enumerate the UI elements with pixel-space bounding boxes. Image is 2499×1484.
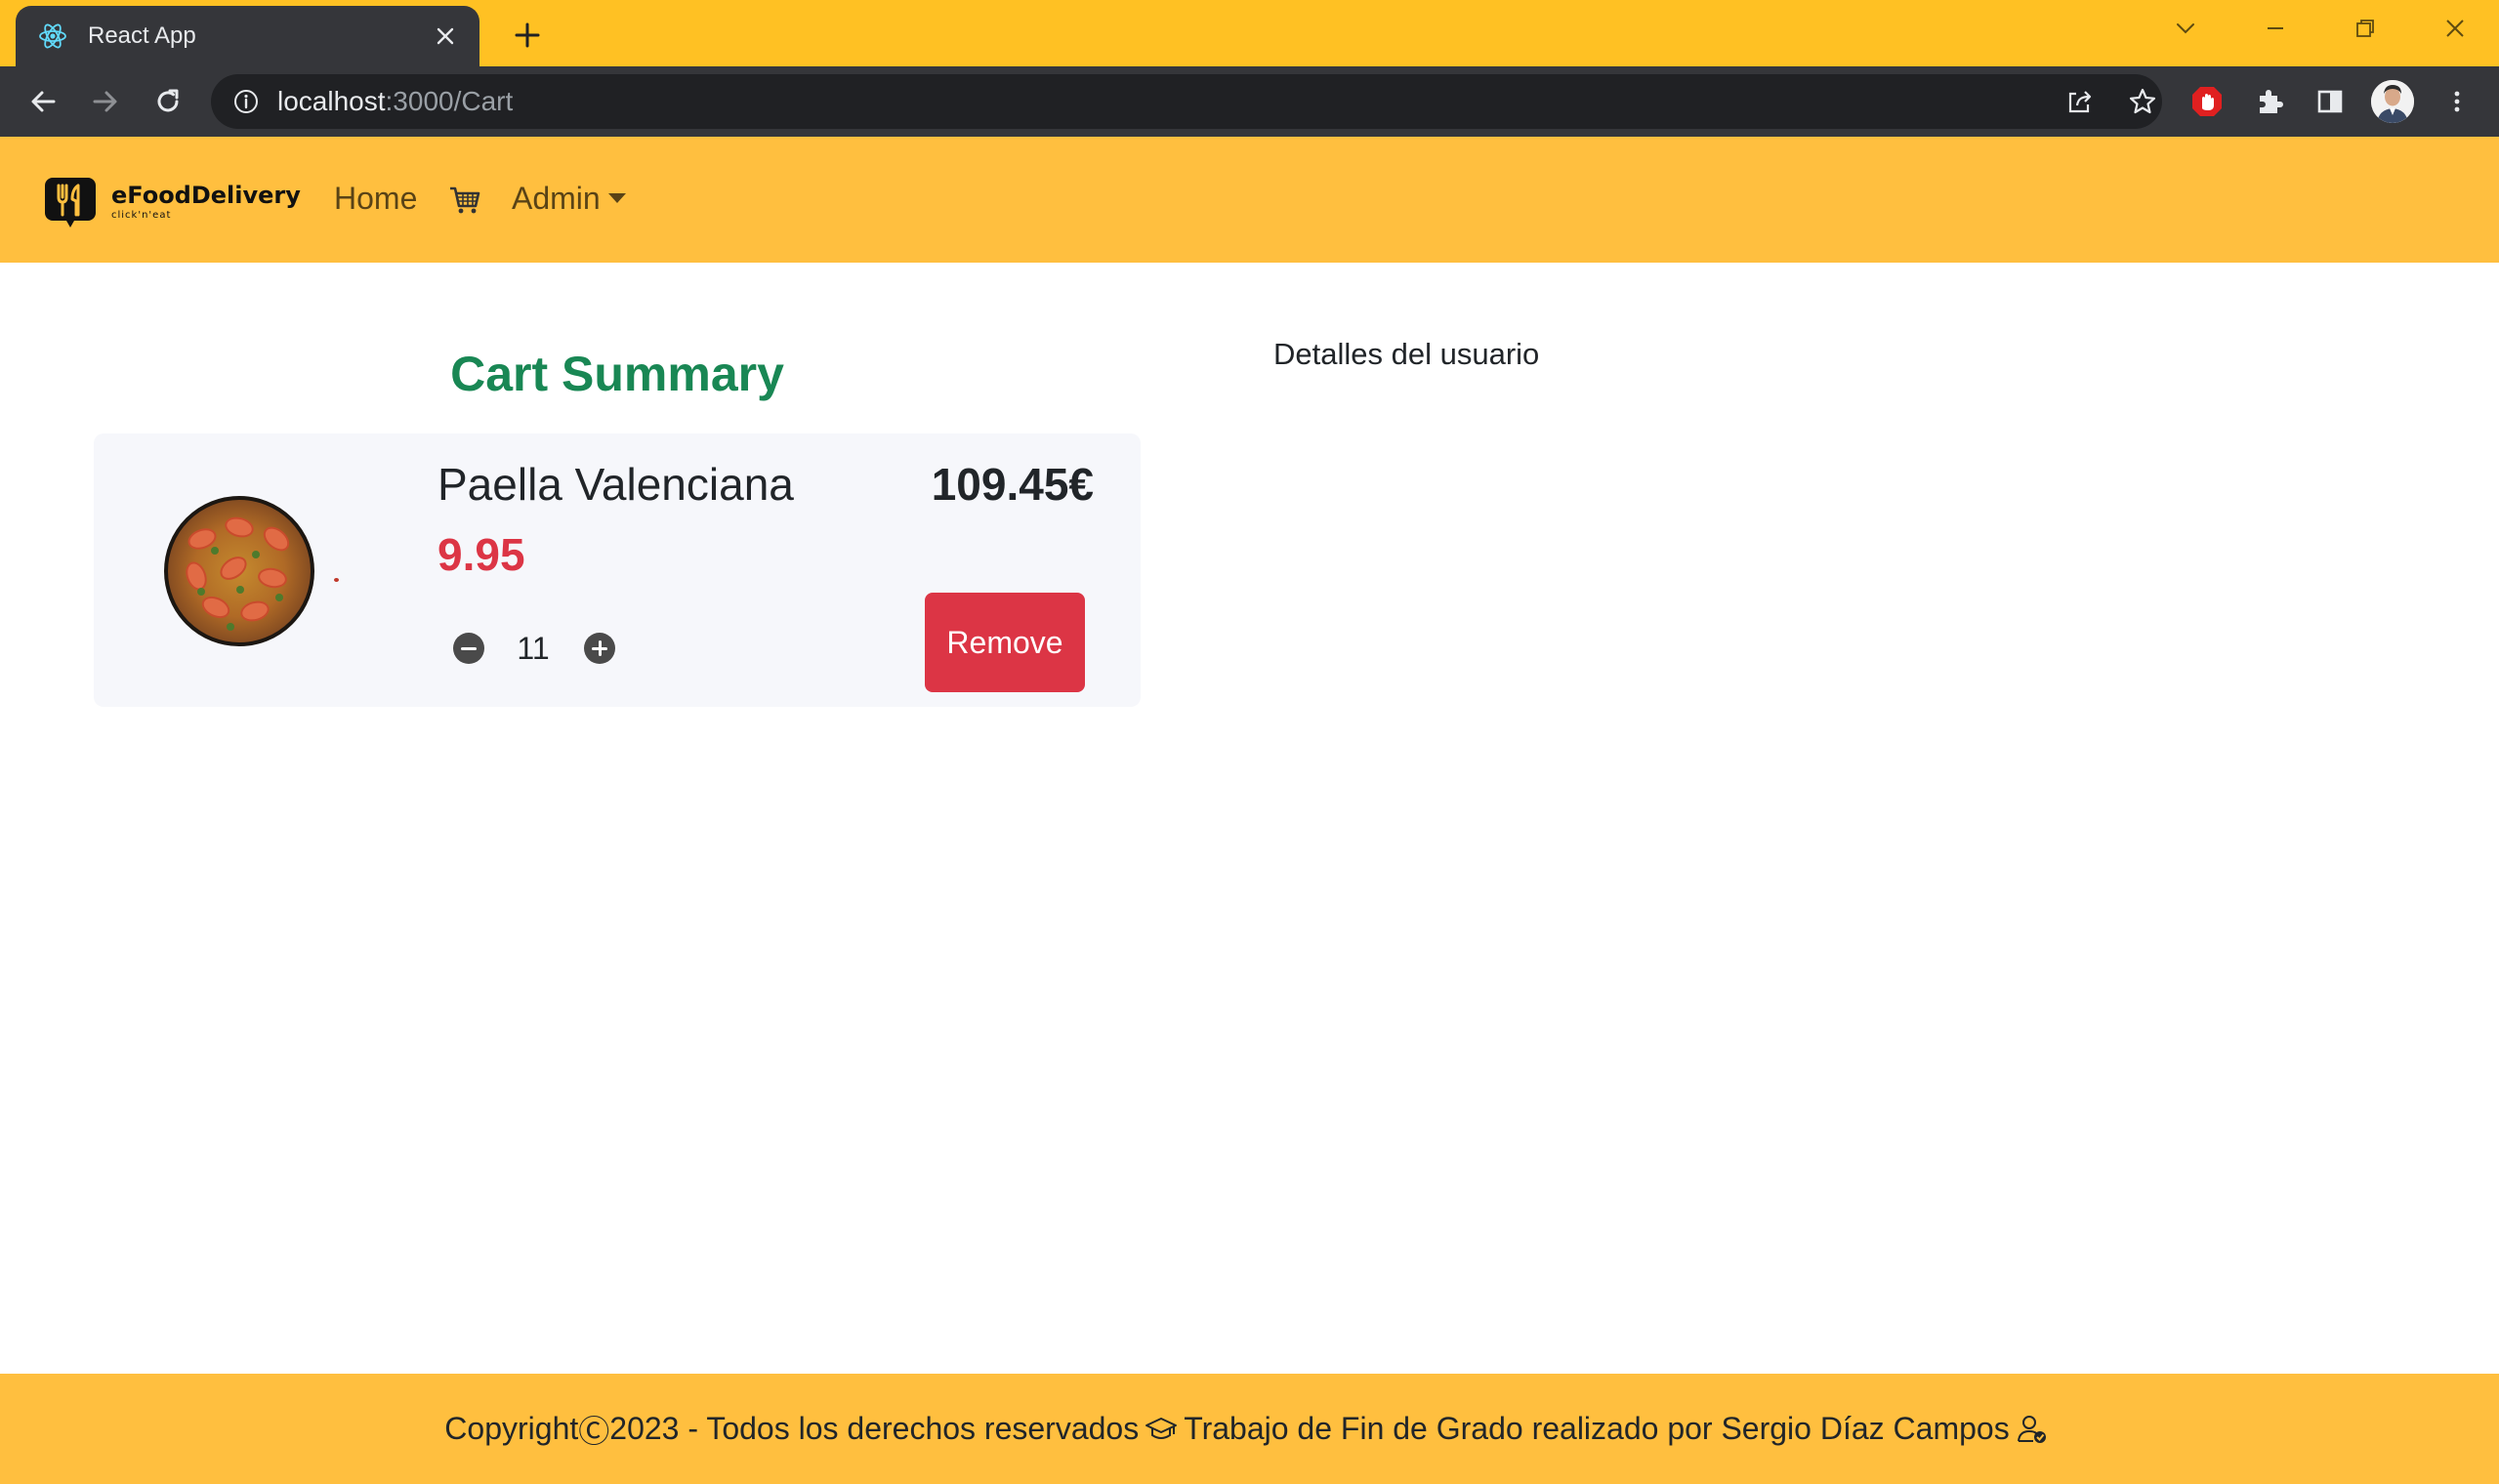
forward-icon[interactable] <box>84 80 127 123</box>
item-name: Paella Valenciana <box>437 459 794 510</box>
address-bar[interactable]: localhost:3000/Cart <box>211 74 2162 129</box>
footer-author-text: Trabajo de Fin de Grado realizado por Se… <box>1184 1411 2010 1446</box>
caret-down-icon <box>607 192 626 203</box>
chrome-menu-icon[interactable] <box>2436 80 2478 123</box>
paella-image <box>164 496 314 646</box>
url-text: localhost:3000/Cart <box>277 86 514 116</box>
cart-item-card: Paella Valenciana 9.95 11 109.45€ Remove <box>94 433 1141 707</box>
brand-tagline: click'n'eat <box>111 210 172 221</box>
nav-admin-label: Admin <box>512 181 601 216</box>
increase-quantity-button[interactable] <box>584 633 615 664</box>
graduation-cap-icon <box>1145 1417 1178 1439</box>
close-window-icon[interactable] <box>2428 6 2482 51</box>
browser-toolbar: localhost:3000/Cart <box>0 66 2499 137</box>
item-quantity: 11 <box>517 631 550 666</box>
page-footer: Copyright Ⓒ 2023 - Todos los derechos rese… <box>0 1374 2499 1484</box>
react-icon <box>37 21 68 52</box>
restore-icon[interactable] <box>2338 6 2393 51</box>
cart-summary-title: Cart Summary <box>450 347 784 401</box>
browser-tab[interactable]: React App <box>16 6 479 66</box>
footer-rights-text: 2023 - Todos los derechos reservados <box>609 1411 1140 1446</box>
brand-name: eFoodDelivery <box>111 182 301 209</box>
remove-item-button[interactable]: Remove <box>925 593 1085 692</box>
fork-knife-logo-icon <box>45 178 96 227</box>
site-info-icon[interactable] <box>230 86 262 117</box>
item-total-price: 109.45€ <box>931 459 1094 510</box>
share-icon[interactable] <box>2061 82 2100 121</box>
browser-tab-strip: React App <box>0 0 2499 66</box>
side-panel-icon[interactable] <box>2309 80 2352 123</box>
nav-link-home[interactable]: Home <box>334 179 417 218</box>
nav-dropdown-admin[interactable]: Admin <box>512 179 626 218</box>
copyright-symbol: Ⓒ <box>578 1413 610 1449</box>
minimize-icon[interactable] <box>2248 6 2303 51</box>
tab-title: React App <box>88 22 196 49</box>
user-details-heading: Detalles del usuario <box>1273 337 1540 371</box>
reload-icon[interactable] <box>146 80 189 123</box>
profile-avatar[interactable] <box>2371 80 2414 123</box>
app-navbar: eFoodDelivery click'n'eat Home Admin <box>0 137 2499 263</box>
tab-search-icon[interactable] <box>2158 6 2213 51</box>
bookmark-star-icon[interactable] <box>2123 82 2162 121</box>
brand-link[interactable]: eFoodDelivery click'n'eat <box>43 176 301 228</box>
decorative-dot <box>334 578 339 582</box>
shopping-cart-icon[interactable] <box>447 183 482 218</box>
back-icon[interactable] <box>21 80 64 123</box>
user-check-icon <box>2017 1415 2046 1443</box>
decrease-quantity-button[interactable] <box>453 633 484 664</box>
adblock-extension-icon[interactable] <box>2186 80 2228 123</box>
new-tab-button[interactable] <box>506 14 549 57</box>
extensions-puzzle-icon[interactable] <box>2248 80 2291 123</box>
footer-copyright-label: Copyright <box>444 1411 579 1446</box>
item-unit-price: 9.95 <box>437 529 525 580</box>
footer-text: Copyright Ⓒ 2023 - Todos los derechos rese… <box>444 1407 2054 1452</box>
close-tab-icon[interactable] <box>429 20 462 53</box>
